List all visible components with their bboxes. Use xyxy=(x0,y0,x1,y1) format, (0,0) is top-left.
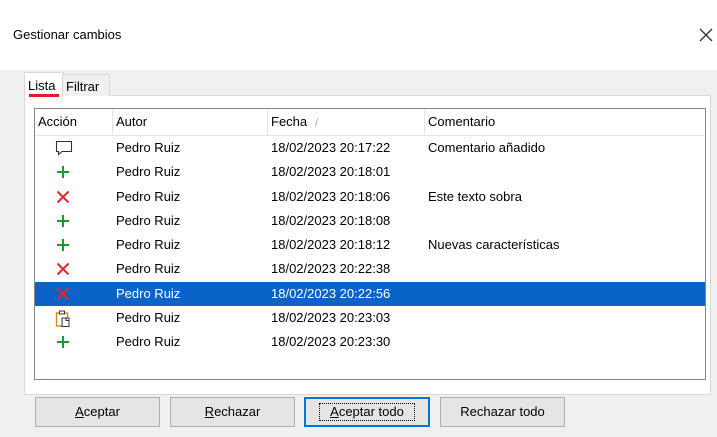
table-row[interactable]: Pedro Ruiz 18/02/2023 20:17:22 Comentario … xyxy=(35,136,705,160)
close-button[interactable] xyxy=(695,20,717,50)
column-header-autor[interactable]: Autor xyxy=(113,109,268,135)
reject-button-label: echazar xyxy=(214,404,261,419)
cell-autor: Pedro Ruiz xyxy=(116,285,181,301)
reject-all-button[interactable]: Rechazar todo xyxy=(440,397,565,427)
list-header: Acción Autor Fecha / Comentario xyxy=(35,109,705,136)
accept-all-button[interactable]: Aceptar todo xyxy=(304,397,430,427)
insert-icon xyxy=(55,209,75,233)
column-header-autor-label: Autor xyxy=(116,114,148,129)
cell-fecha: 18/02/2023 20:22:56 xyxy=(271,285,391,301)
cell-comentario: Comentario añadido xyxy=(428,140,546,155)
close-icon xyxy=(699,28,713,42)
comment-icon xyxy=(55,136,75,160)
column-header-accion[interactable]: Acción xyxy=(35,109,113,135)
cell-autor: Pedro Ruiz xyxy=(116,334,181,350)
insert-icon xyxy=(55,160,75,184)
reject-button-mnemonic: R xyxy=(204,404,215,419)
column-header-comentario-label: Comentario xyxy=(428,114,496,129)
insert-icon xyxy=(55,330,75,354)
cell-autor: Pedro Ruiz xyxy=(116,188,181,204)
cell-fecha: 18/02/2023 20:23:03 xyxy=(271,310,391,326)
tab-lista-label: Lista xyxy=(28,78,56,93)
insert-icon xyxy=(55,233,75,257)
table-row[interactable]: Pedro Ruiz 18/02/2023 20:18:12 Nuevas cara… xyxy=(35,233,705,257)
sort-indicator: / xyxy=(315,118,318,129)
window-title: Gestionar cambios xyxy=(13,27,122,42)
table-row[interactable]: Pedro Ruiz 18/02/2023 20:18:06 Este texto … xyxy=(35,185,705,209)
table-row[interactable]: Pedro Ruiz 18/02/2023 20:18:08 xyxy=(35,209,705,233)
accept-button-mnemonic: A xyxy=(75,404,84,419)
cell-fecha: 18/02/2023 20:18:06 xyxy=(271,188,391,204)
cell-fecha: 18/02/2023 20:18:12 xyxy=(271,237,391,253)
cell-fecha: 18/02/2023 20:22:38 xyxy=(271,261,391,277)
table-row[interactable]: Pedro Ruiz 18/02/2023 20:23:03 xyxy=(35,306,705,330)
cell-autor: Pedro Ruiz xyxy=(116,261,181,277)
table-row[interactable]: Pedro Ruiz 18/02/2023 20:18:01 xyxy=(35,160,705,184)
delete-icon xyxy=(55,282,75,306)
cell-autor: Pedro Ruiz xyxy=(116,212,181,228)
accept-all-button-label: ceptar todo xyxy=(338,404,404,419)
column-header-accion-label: Acción xyxy=(38,114,78,129)
cell-fecha: 18/02/2023 20:18:01 xyxy=(271,164,391,180)
column-header-fecha[interactable]: Fecha / xyxy=(268,109,425,135)
column-header-fecha-label: Fecha xyxy=(271,114,308,129)
attribute-change-icon xyxy=(55,306,75,330)
tab-filtrar[interactable]: Filtrar xyxy=(62,74,110,96)
accept-button[interactable]: Aceptar xyxy=(35,397,160,427)
tab-lista[interactable]: Lista xyxy=(24,72,64,97)
accept-button-label: ceptar xyxy=(83,404,120,419)
cell-comentario: Este texto sobra xyxy=(428,188,522,204)
title-bar: Gestionar cambios xyxy=(0,0,717,70)
column-header-comentario[interactable]: Comentario xyxy=(425,109,705,135)
reject-button[interactable]: Rechazar xyxy=(170,397,295,427)
cell-fecha: 18/02/2023 20:17:22 xyxy=(271,140,391,155)
list-rows: Pedro Ruiz 18/02/2023 20:17:22 Comentario … xyxy=(35,136,705,355)
delete-icon xyxy=(55,185,75,209)
table-row[interactable]: Pedro Ruiz 18/02/2023 20:23:30 xyxy=(35,330,705,354)
tab-filtrar-label: Filtrar xyxy=(66,79,100,94)
table-row-selected[interactable]: Pedro Ruiz 18/02/2023 20:22:56 xyxy=(35,281,705,307)
active-tab-indicator xyxy=(29,94,59,97)
reject-all-button-label: Rechazar todo xyxy=(460,404,545,419)
table-row[interactable]: Pedro Ruiz 18/02/2023 20:22:38 xyxy=(35,257,705,281)
delete-icon xyxy=(55,257,75,281)
accept-all-button-mnemonic: A xyxy=(330,404,339,419)
changes-list[interactable]: Acción Autor Fecha / Comentario Pedro Rui… xyxy=(34,108,706,380)
cell-fecha: 18/02/2023 20:18:08 xyxy=(271,212,391,228)
cell-autor: Pedro Ruiz xyxy=(116,140,181,155)
cell-autor: Pedro Ruiz xyxy=(116,310,181,326)
cell-autor: Pedro Ruiz xyxy=(116,164,181,180)
cell-fecha: 18/02/2023 20:23:30 xyxy=(271,334,391,350)
cell-comentario: Nuevas características xyxy=(428,237,560,253)
cell-autor: Pedro Ruiz xyxy=(116,237,181,253)
